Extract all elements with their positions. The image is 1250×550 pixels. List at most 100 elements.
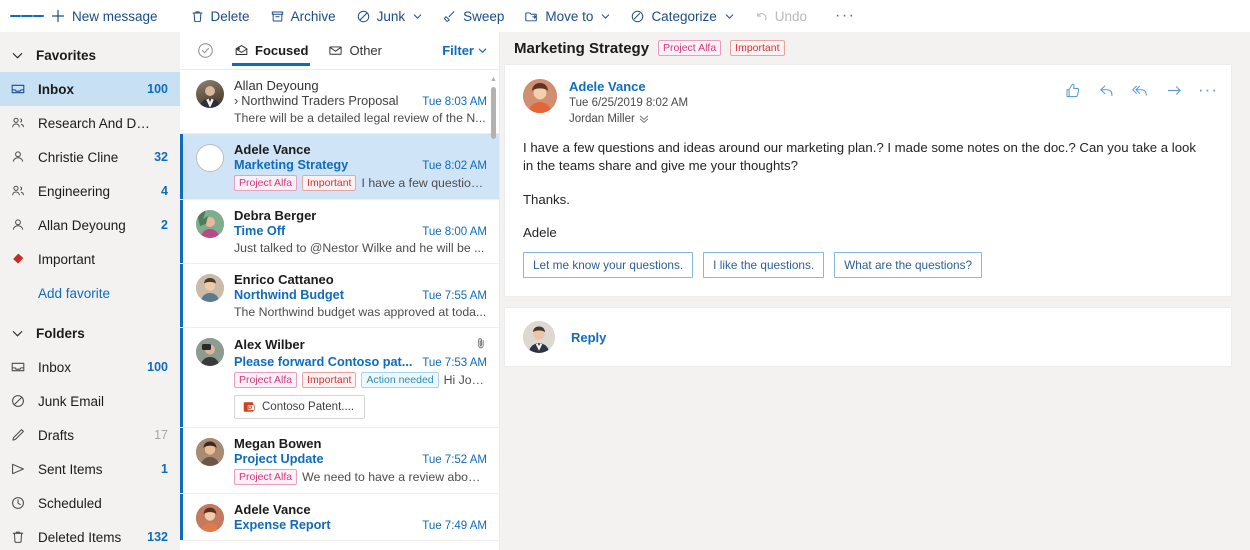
suggested-reply-1[interactable]: Let me know your questions. xyxy=(523,252,694,279)
category-tag: Important xyxy=(302,175,357,191)
category-tag: Project Alfa xyxy=(234,469,298,485)
sidebar-item-label: Christie Cline xyxy=(38,149,119,165)
undo-button[interactable]: Undo xyxy=(744,0,817,32)
favorites-group-header[interactable]: Favorites xyxy=(0,38,180,72)
subject: Time Off xyxy=(234,224,286,238)
suggested-reply-2[interactable]: I like the questions. xyxy=(703,252,825,279)
chevron-double-down-icon xyxy=(639,115,648,124)
folders-group-header[interactable]: Folders xyxy=(0,316,180,350)
message-list-scroll[interactable]: Allan Deyoung › Northwind Traders Proposa… xyxy=(180,70,499,550)
sender-name: Allan Deyoung xyxy=(234,78,319,93)
new-message-button[interactable]: New message xyxy=(44,0,180,32)
list-item[interactable]: Megan Bowen Project Update Tue 7:52 AM P… xyxy=(180,428,499,494)
outlook-window: New message Delete Archive Junk Sweep Mo… xyxy=(0,0,1250,550)
folder-move-icon xyxy=(525,11,538,21)
envelope-icon xyxy=(329,46,343,55)
junk-button[interactable]: Junk xyxy=(346,0,433,32)
block-icon xyxy=(357,10,369,22)
sidebar-item-drafts[interactable]: Drafts 17 xyxy=(0,418,180,452)
junk-label: Junk xyxy=(376,8,406,24)
avatar xyxy=(196,438,224,466)
subject: Project Update xyxy=(234,452,324,466)
list-item-selected[interactable]: Adele Vance Marketing Strategy Tue 8:02 … xyxy=(180,134,499,200)
recipients-label: Jordan Miller xyxy=(569,113,635,125)
hamburger-menu-icon[interactable] xyxy=(10,0,44,32)
more-icon[interactable]: ··· xyxy=(1198,81,1217,99)
tab-focused[interactable]: Focused xyxy=(224,32,318,70)
list-item[interactable]: Enrico Cattaneo Northwind Budget Tue 7:5… xyxy=(180,264,499,328)
inbox-icon xyxy=(10,81,26,97)
sidebar-item-inbox-favorite[interactable]: Inbox 100 xyxy=(0,72,180,106)
categorize-button[interactable]: Categorize xyxy=(620,0,743,32)
sidebar-item-junk-email[interactable]: Junk Email xyxy=(0,384,180,418)
category-tag: Project Alfa xyxy=(658,40,722,56)
sidebar-item-count: 4 xyxy=(161,184,168,198)
sidebar-item-label: Sent Items xyxy=(38,461,103,477)
sidebar-item-important[interactable]: Important xyxy=(0,242,180,276)
sender-name[interactable]: Adele Vance xyxy=(569,79,1051,94)
attachment-chip[interactable]: Contoso Patent.... xyxy=(234,395,366,419)
sender-name: Debra Berger xyxy=(234,208,317,223)
message-actions: ··· xyxy=(1063,79,1217,125)
sidebar-item-research-and-development[interactable]: Research And Deve... xyxy=(0,106,180,140)
preview-text: We need to have a review about ... xyxy=(302,470,487,484)
chevron-down-icon xyxy=(413,13,422,19)
list-item[interactable]: Adele Vance Expense Report Tue 7:49 AM xyxy=(180,494,499,541)
archive-button[interactable]: Archive xyxy=(260,0,346,32)
category-tag: Project Alfa xyxy=(234,175,298,191)
timestamp: Tue 8:02 AM xyxy=(422,160,487,172)
send-icon xyxy=(10,461,26,477)
message-recipients[interactable]: Jordan Miller xyxy=(569,113,1051,125)
block-icon xyxy=(10,393,26,409)
sidebar-item-christie-cline[interactable]: Christie Cline 32 xyxy=(0,140,180,174)
sidebar-item-sent-items[interactable]: Sent Items 1 xyxy=(0,452,180,486)
sidebar-item-deleted-items[interactable]: Deleted Items 132 xyxy=(0,520,180,550)
chevron-down-icon xyxy=(10,50,24,61)
chevron-down-icon xyxy=(10,328,24,339)
reply-button[interactable]: Reply xyxy=(571,330,606,345)
sweep-button[interactable]: Sweep xyxy=(432,0,514,32)
select-message-checkbox[interactable] xyxy=(196,144,224,172)
person-icon xyxy=(10,149,26,165)
suggested-reply-3[interactable]: What are the questions? xyxy=(834,252,983,279)
timestamp: Tue 7:49 AM xyxy=(422,520,487,532)
like-icon[interactable] xyxy=(1063,81,1081,99)
message-card: Adele Vance Tue 6/25/2019 8:02 AM Jordan… xyxy=(504,64,1232,298)
category-tag: Important xyxy=(730,40,785,56)
reading-pane: Marketing Strategy Project Alfa Importan… xyxy=(500,32,1250,550)
sidebar-item-inbox-folder[interactable]: Inbox 100 xyxy=(0,350,180,384)
list-item-body: Debra Berger Time Off Tue 8:00 AM Just t… xyxy=(234,208,487,255)
reply-all-icon[interactable] xyxy=(1131,81,1149,99)
sidebar-item-label: Inbox xyxy=(38,359,72,375)
delete-button[interactable]: Delete xyxy=(180,0,260,32)
add-favorite-button[interactable]: Add favorite xyxy=(0,276,180,310)
trash-icon xyxy=(10,529,26,545)
sender-name: Megan Bowen xyxy=(234,436,322,451)
tab-other[interactable]: Other xyxy=(318,32,392,70)
toolbar-more-button[interactable]: ··· xyxy=(817,0,873,32)
list-item[interactable]: Debra Berger Time Off Tue 8:00 AM Just t… xyxy=(180,200,499,264)
scroll-up-arrow-icon[interactable]: ▲ xyxy=(490,76,497,83)
list-item-body: Alex Wilber Please forward Contoso pat..… xyxy=(234,336,487,419)
chevron-down-icon xyxy=(478,48,487,54)
move-to-button[interactable]: Move to xyxy=(514,0,620,32)
message-list-scrollbar[interactable]: ▲ xyxy=(490,76,497,139)
list-item[interactable]: Alex Wilber Please forward Contoso pat..… xyxy=(180,328,499,428)
sidebar-item-count: 17 xyxy=(154,428,168,442)
expand-chevron-icon[interactable]: › xyxy=(234,94,238,108)
sidebar-item-scheduled[interactable]: Scheduled xyxy=(0,486,180,520)
main-area: Favorites Inbox 100 Research And Deve... xyxy=(0,32,1250,550)
list-item[interactable]: Allan Deyoung › Northwind Traders Proposa… xyxy=(180,70,499,134)
scrollbar-thumb[interactable] xyxy=(491,87,496,139)
sidebar-item-count: 132 xyxy=(147,530,168,544)
forward-icon[interactable] xyxy=(1165,81,1183,99)
reply-icon[interactable] xyxy=(1097,81,1115,99)
avatar xyxy=(196,504,224,532)
select-all-checkbox[interactable] xyxy=(194,40,216,62)
command-toolbar: New message Delete Archive Junk Sweep Mo… xyxy=(0,0,1250,32)
sidebar-item-count: 32 xyxy=(154,150,168,164)
filter-button[interactable]: Filter xyxy=(442,43,487,58)
sidebar-item-allan-deyoung[interactable]: Allan Deyoung 2 xyxy=(0,208,180,242)
message-meta: Adele Vance Tue 6/25/2019 8:02 AM Jordan… xyxy=(569,79,1051,125)
sidebar-item-engineering[interactable]: Engineering 4 xyxy=(0,174,180,208)
